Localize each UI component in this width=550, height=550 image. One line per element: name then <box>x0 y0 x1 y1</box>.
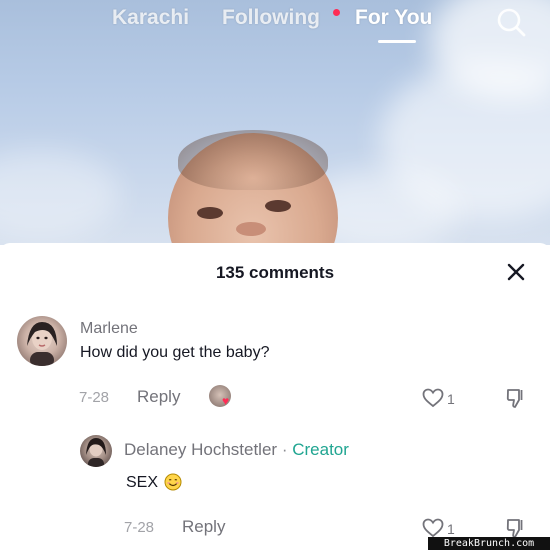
dislike-icon[interactable] <box>506 387 526 409</box>
comments-sheet: 135 comments Marlene How did you get the… <box>0 243 550 550</box>
heart-icon: ♥ <box>222 394 230 408</box>
comment-date: 7-28 <box>79 389 110 406</box>
reply-button[interactable]: Reply <box>137 387 180 407</box>
like-count: 1 <box>447 391 455 407</box>
reply-username: Delaney Hochstetler · Creator <box>124 440 349 460</box>
reply-date: 7-28 <box>124 519 155 536</box>
like-count: 1 <box>447 521 455 537</box>
creator-badge: Creator <box>292 440 349 459</box>
baby-hair <box>178 130 328 190</box>
tab-karachi[interactable]: Karachi <box>112 6 189 30</box>
notification-dot <box>333 9 340 16</box>
active-tab-indicator <box>378 40 416 43</box>
separator-dot: · <box>281 440 288 459</box>
tab-following[interactable]: Following <box>222 6 320 30</box>
top-navigation: Karachi Following For You <box>0 0 550 50</box>
search-icon[interactable] <box>494 5 528 39</box>
comment-username[interactable]: Marlene <box>80 320 138 338</box>
avatar[interactable] <box>80 435 112 467</box>
comments-count-title: 135 comments <box>215 263 335 282</box>
dislike-icon[interactable] <box>506 517 526 539</box>
smiling-face-emoji-icon <box>164 473 182 496</box>
tab-for-you[interactable]: For You <box>355 6 432 30</box>
baby-eye <box>197 207 223 219</box>
avatar[interactable] <box>17 316 67 366</box>
watermark: BreakBrunch.com <box>428 537 550 550</box>
like-icon[interactable] <box>422 388 444 408</box>
baby-nose <box>236 222 266 236</box>
like-icon[interactable] <box>422 518 444 538</box>
close-icon[interactable] <box>503 259 529 285</box>
reply-text: SEX <box>126 474 159 491</box>
comment-text: How did you get the baby? <box>80 344 270 361</box>
reply-username-text[interactable]: Delaney Hochstetler <box>124 440 277 459</box>
cloud <box>0 150 120 240</box>
baby-eye <box>265 200 291 212</box>
reply-text-row: SEX <box>126 473 182 496</box>
reply-button[interactable]: Reply <box>182 517 225 537</box>
